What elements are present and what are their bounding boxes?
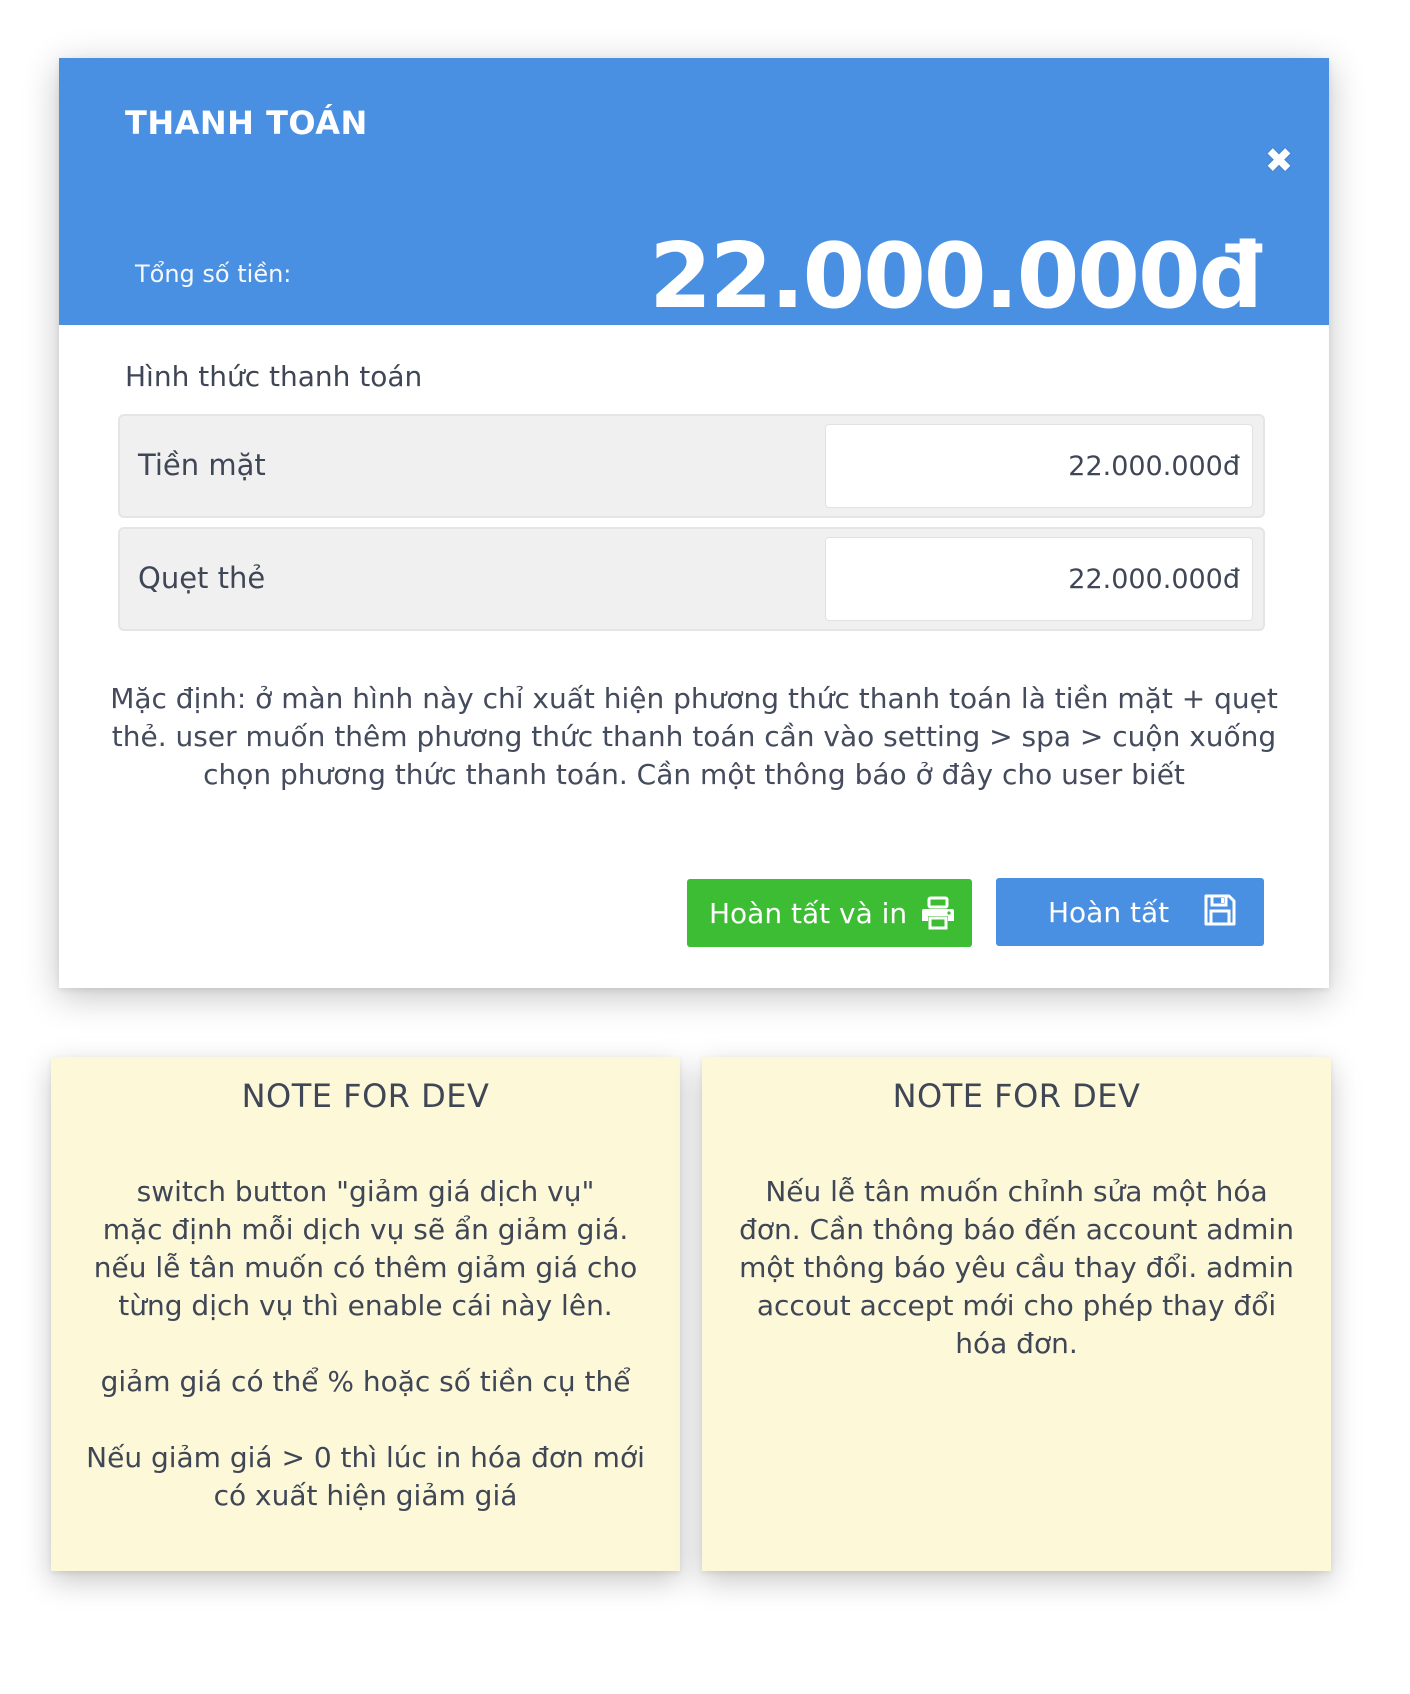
- total-label: Tổng số tiền:: [135, 260, 292, 288]
- modal-title: THANH TOÁN: [125, 104, 368, 142]
- payment-method-row-card: Quẹt thẻ: [118, 527, 1265, 631]
- note-body: switch button "giảm giá dịch vụ" mặc địn…: [86, 1175, 645, 1512]
- cash-amount-input[interactable]: [825, 424, 1253, 508]
- payment-modal: THANH TOÁN Tổng số tiền: 22.000.000đ Hìn…: [59, 58, 1329, 988]
- payment-method-label: Quẹt thẻ: [138, 561, 266, 595]
- complete-and-print-button[interactable]: Hoàn tất và in: [687, 879, 972, 947]
- payment-method-row-cash: Tiền mặt: [118, 414, 1265, 518]
- card-amount-input[interactable]: [825, 537, 1253, 621]
- note-title: NOTE FOR DEV: [892, 1077, 1141, 1115]
- complete-and-print-label: Hoàn tất và in: [709, 896, 908, 930]
- note-body: Nếu lễ tân muốn chỉnh sửa một hóa đơn. C…: [739, 1175, 1294, 1360]
- note-title: NOTE FOR DEV: [241, 1077, 490, 1115]
- payment-methods-title: Hình thức thanh toán: [125, 360, 423, 393]
- total-amount: 22.000.000đ: [649, 224, 1263, 329]
- close-icon[interactable]: ✖: [1262, 144, 1296, 178]
- canvas: THANH TOÁN Tổng số tiền: 22.000.000đ Hìn…: [0, 0, 1410, 1694]
- modal-header: THANH TOÁN Tổng số tiền: 22.000.000đ: [59, 58, 1329, 325]
- complete-label: Hoàn tất: [1048, 895, 1170, 929]
- complete-button[interactable]: Hoàn tất: [996, 878, 1264, 946]
- dev-note-discount: NOTE FOR DEV switch button "giảm giá dịc…: [51, 1057, 680, 1571]
- payment-method-label: Tiền mặt: [138, 448, 266, 482]
- printer-icon: [922, 896, 954, 930]
- payment-methods-note: Mặc định: ở màn hình này chỉ xuất hiện p…: [110, 682, 1278, 791]
- floppy-disk-icon: [1204, 894, 1236, 926]
- dev-note-invoice-edit: NOTE FOR DEV Nếu lễ tân muốn chỉnh sửa m…: [702, 1057, 1331, 1571]
